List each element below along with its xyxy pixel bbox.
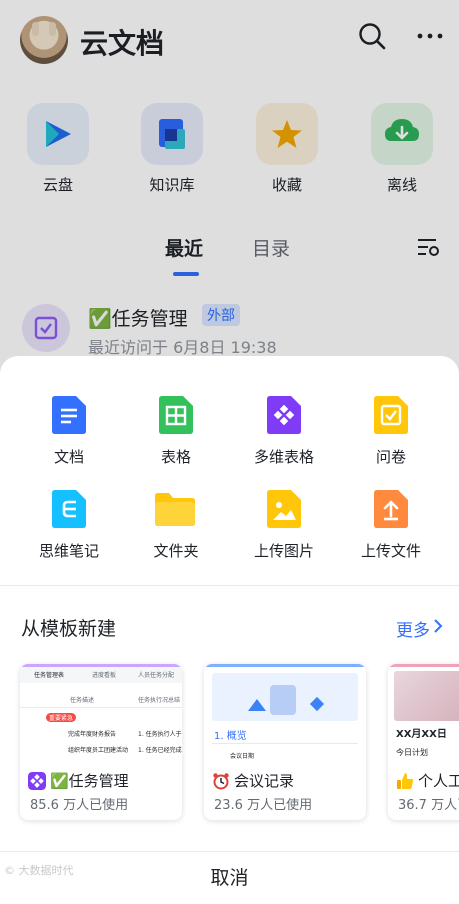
divider (0, 585, 459, 586)
thumb-col: 任务描述 (70, 697, 95, 704)
thumb-tab: 任务管理表 (34, 672, 65, 679)
upload-image-button[interactable]: 上传图片 (233, 490, 333, 580)
create-label: 上传图片 (253, 542, 314, 560)
template-name: 会议记录 (234, 772, 295, 790)
create-bottom-sheet: 文档 表格 多维表格 问卷 思维笔记 文件夹 上传图片 上传文件 从模板新建 更… (0, 356, 459, 904)
thumb-row: 1. 任务执行人于 (138, 731, 182, 738)
templates-title: 从模板新建 (21, 618, 117, 640)
template-card-meeting-notes[interactable]: 1. 概览 会议日期 会议记录 23.6 万人已使用 (204, 664, 366, 820)
template-uses: 23.6 万人已使用 (214, 798, 313, 813)
thumb-tab: 人员任务分配 (138, 672, 175, 679)
create-sheet-button[interactable]: 表格 (125, 396, 225, 486)
create-label: 文件夹 (153, 542, 199, 560)
create-label: 多维表格 (253, 448, 314, 466)
thumb-row: 组织年度员工团建活动 (68, 747, 129, 754)
chevron-right-icon[interactable] (432, 618, 444, 634)
template-thumbnail: 1. 概览 会议日期 (204, 664, 366, 762)
cancel-bar: 取消 (0, 852, 459, 904)
bitable-icon (267, 396, 301, 434)
thumb-row: 完成年度财务报告 (68, 731, 117, 738)
upload-file-icon (374, 490, 408, 528)
create-label: 上传文件 (360, 542, 421, 560)
alarm-clock-icon (213, 773, 229, 790)
cancel-button[interactable]: 取消 (0, 852, 459, 904)
create-label: 问卷 (375, 448, 406, 466)
thumb-sub: 今日计划 (396, 748, 428, 757)
bitable-icon (28, 772, 46, 790)
create-label: 思维笔记 (38, 542, 99, 560)
template-uses: 85.6 万人已使用 (30, 798, 129, 813)
template-name: 个人工 (418, 772, 459, 790)
mindnote-icon (52, 490, 86, 528)
thumb-banner (394, 671, 459, 721)
upload-file-button[interactable]: 上传文件 (340, 490, 440, 580)
upload-image-icon (267, 490, 301, 528)
template-thumbnail: XX月XX日 今日计划 (388, 664, 459, 762)
template-name: ✅任务管理 (50, 772, 129, 790)
thumb-tab: 进度看板 (92, 672, 117, 679)
doc-icon (52, 396, 86, 434)
template-card-personal-work[interactable]: XX月XX日 今日计划 个人工 36.7 万人已使用 (388, 664, 459, 820)
survey-icon (374, 396, 408, 434)
create-doc-button[interactable]: 文档 (18, 396, 118, 486)
create-label: 表格 (160, 448, 191, 466)
create-survey-button[interactable]: 问卷 (340, 396, 440, 486)
thumb-tag: 重要紧急 (46, 713, 77, 722)
create-folder-button[interactable]: 文件夹 (125, 490, 225, 580)
thumb-row: 1. 任务已经完成 (138, 747, 182, 754)
thumb-banner (212, 673, 358, 721)
templates-more-link[interactable]: 更多 (396, 616, 430, 641)
sheet-icon (159, 396, 193, 434)
template-uses: 36.7 万人已使用 (398, 798, 459, 813)
thumb-cell: 会议日期 (230, 753, 255, 760)
folder-icon (155, 493, 195, 526)
create-label: 文档 (53, 448, 84, 466)
template-thumbnail: 任务管理表 进度看板 人员任务分配 任务描述 任务执行况总结 重要紧急 完成年度… (20, 664, 182, 762)
thumb-heading: XX月XX日 (396, 729, 447, 740)
create-bitable-button[interactable]: 多维表格 (233, 396, 333, 486)
thumb-col: 任务执行况总结 (138, 697, 181, 704)
watermark: © 大数据时代 (4, 864, 74, 877)
create-mindnote-button[interactable]: 思维笔记 (18, 490, 118, 580)
thumbs-up-icon (397, 773, 414, 789)
thumb-heading: 1. 概览 (214, 731, 247, 742)
template-card-task-management[interactable]: 任务管理表 进度看板 人员任务分配 任务描述 任务执行况总结 重要紧急 完成年度… (20, 664, 182, 820)
